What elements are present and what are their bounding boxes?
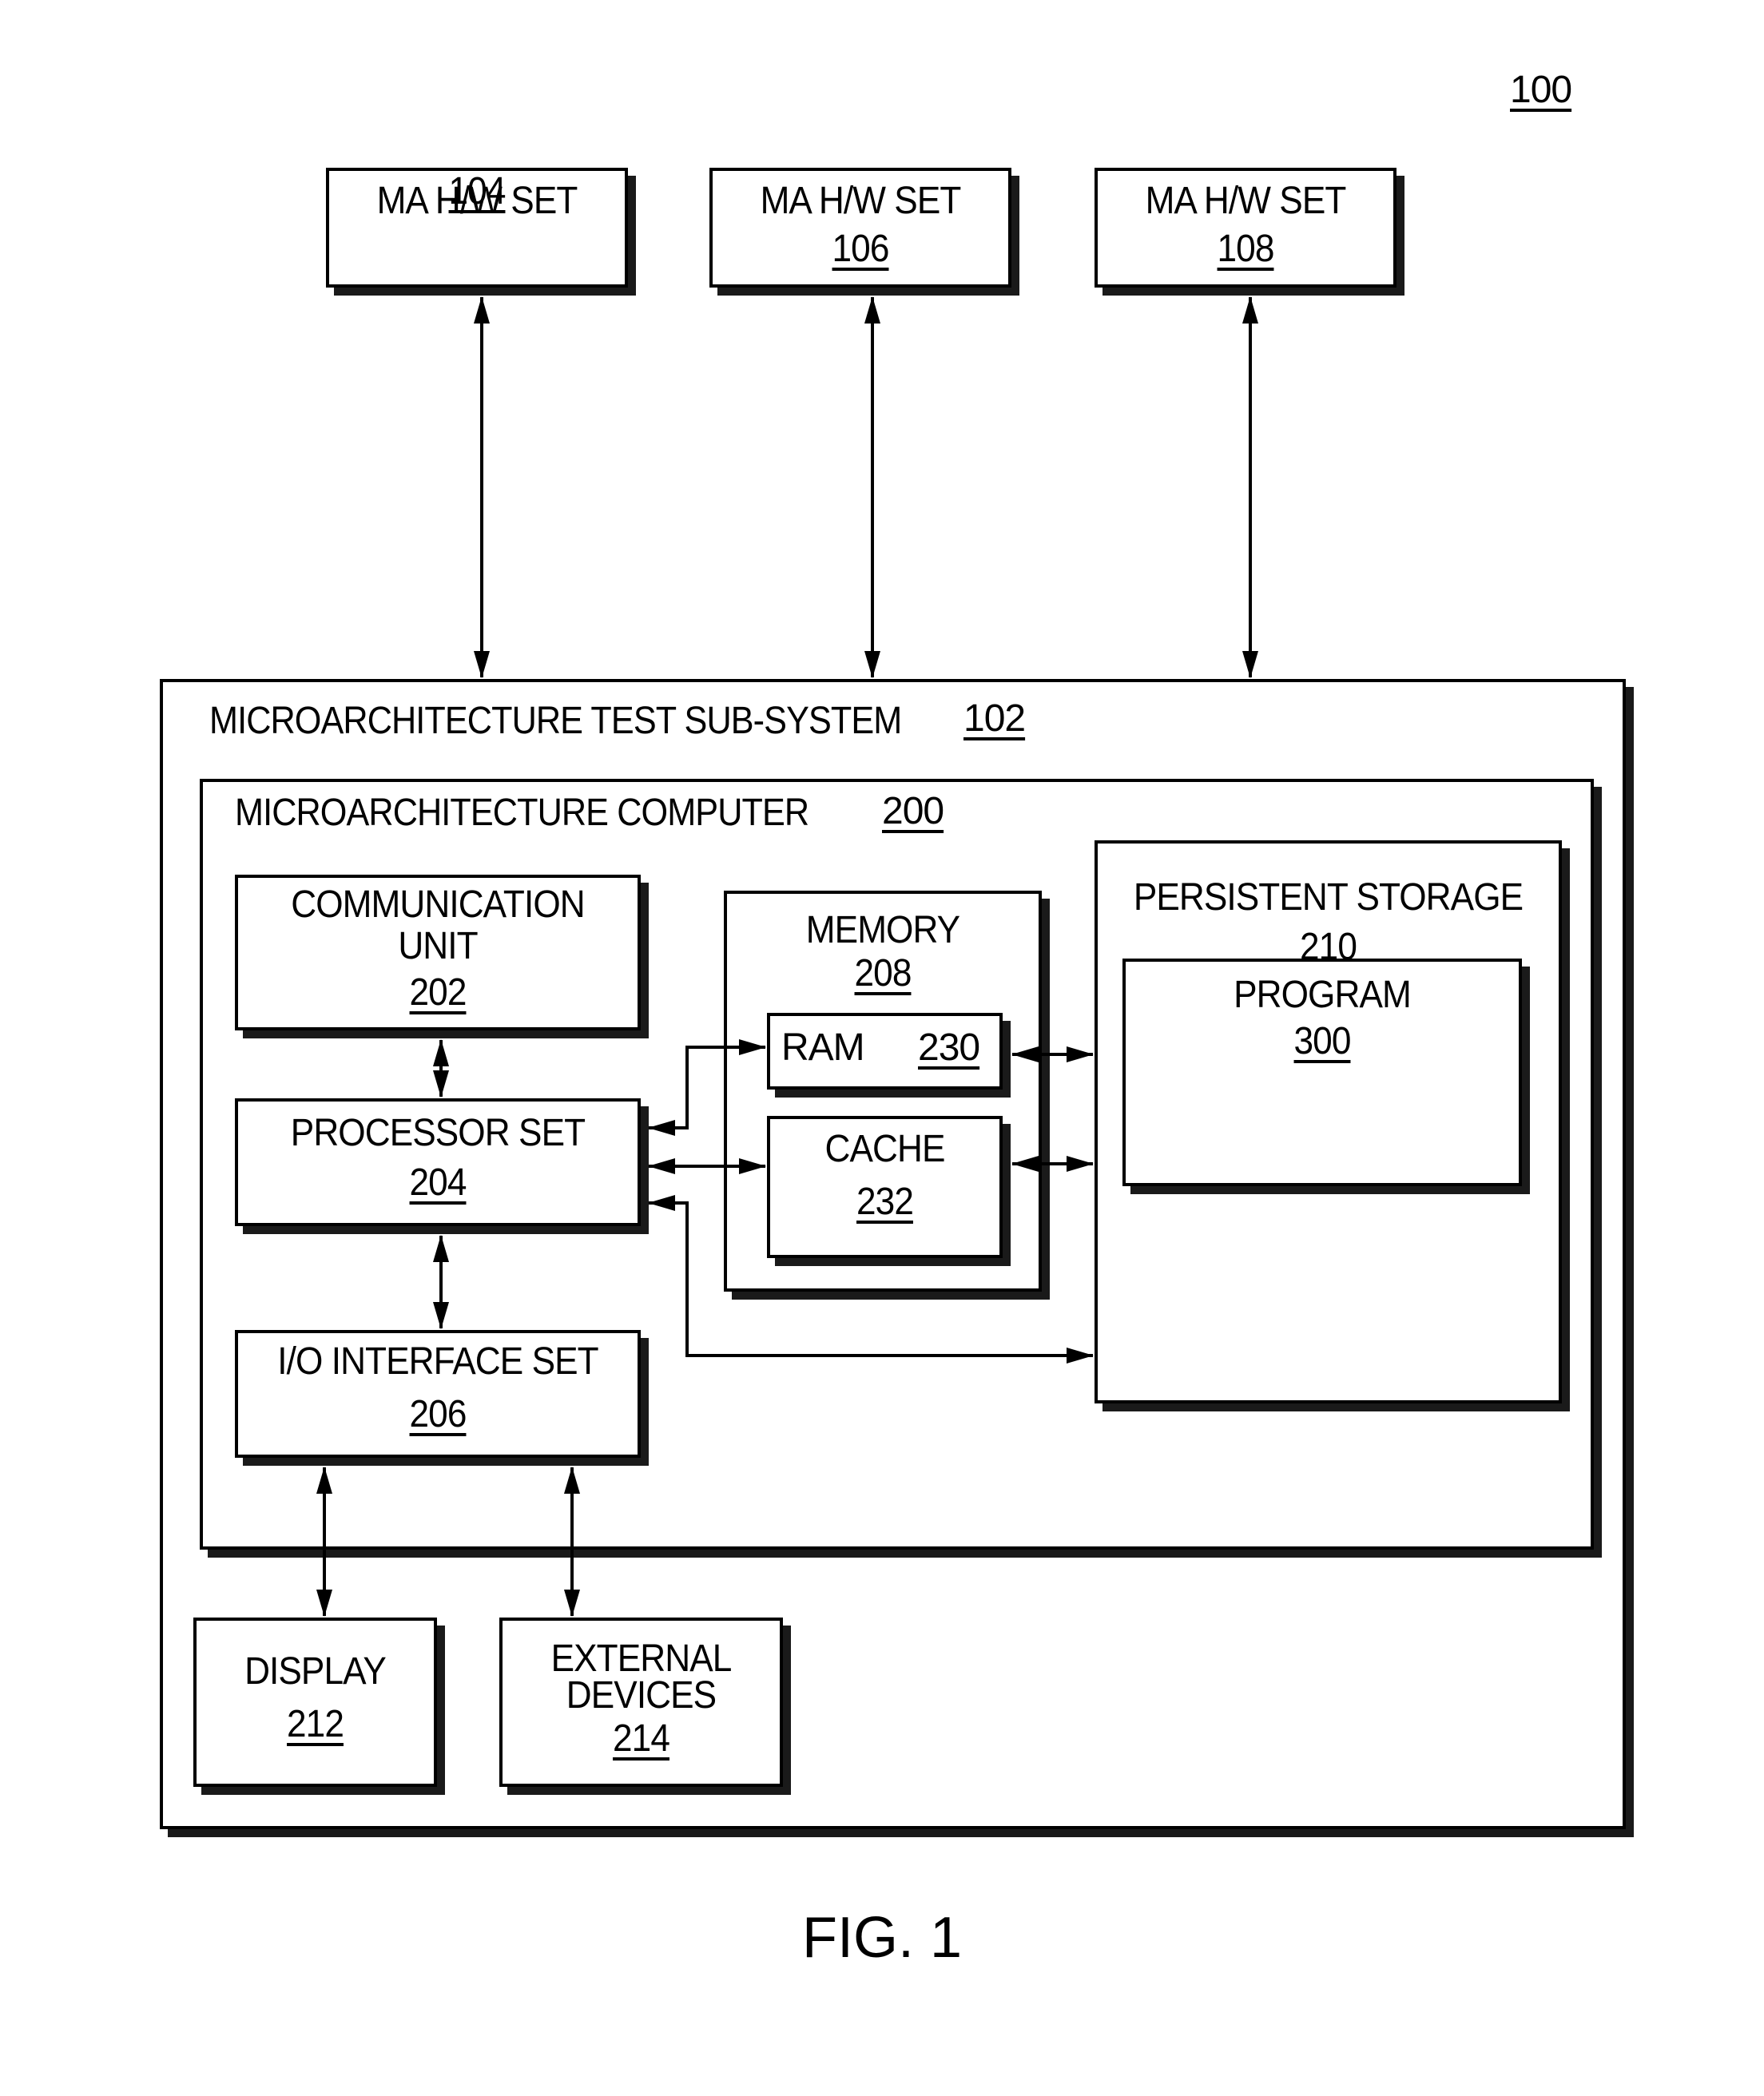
ram: RAM 230	[767, 1013, 1003, 1090]
hw-set-104: MA H/W SET 104	[326, 168, 628, 288]
program: PROGRAM 300	[1122, 959, 1522, 1186]
hw-set-ref: 108	[1217, 228, 1275, 270]
display-ref: 212	[287, 1703, 344, 1745]
hw-set-108: MA H/W SET 108	[1095, 168, 1396, 288]
ram-label: RAM	[781, 1026, 865, 1069]
cache: CACHE 232	[767, 1116, 1003, 1258]
comm-unit-line2: UNIT	[398, 925, 478, 967]
cache-ref: 232	[856, 1181, 914, 1223]
processor-set: PROCESSOR SET 204	[235, 1098, 641, 1226]
cache-label: CACHE	[824, 1128, 946, 1170]
external-devices-ref: 214	[613, 1717, 670, 1760]
memory-ref: 208	[854, 952, 912, 994]
memory-label: MEMORY	[805, 909, 960, 951]
subsystem-label: MICROARCHITECTURE TEST SUB-SYSTEM	[209, 700, 902, 742]
hw-set-label: MA H/W SET	[760, 180, 962, 222]
display-label: DISPLAY	[244, 1650, 387, 1693]
io-interface-label: I/O INTERFACE SET	[277, 1340, 598, 1383]
comm-unit-line1: COMMUNICATION	[291, 883, 585, 926]
computer-ref: 200	[882, 790, 944, 832]
external-devices: EXTERNAL DEVICES 214	[499, 1618, 783, 1787]
processor-set-label: PROCESSOR SET	[290, 1112, 586, 1154]
io-interface-ref: 206	[409, 1393, 467, 1435]
external-devices-line2: DEVICES	[566, 1674, 717, 1717]
program-label: PROGRAM	[1234, 974, 1412, 1016]
io-interface-set: I/O INTERFACE SET 206	[235, 1330, 641, 1458]
subsystem-ref: 102	[963, 697, 1026, 740]
ram-ref: 230	[918, 1026, 980, 1069]
communication-unit: COMMUNICATION UNIT 202	[235, 875, 641, 1030]
hw-set-label: MA H/W SET	[1145, 180, 1347, 222]
hw-set-ref: 104	[448, 170, 507, 212]
processor-set-ref: 204	[409, 1161, 467, 1204]
comm-unit-ref: 202	[409, 971, 467, 1014]
hw-set-106: MA H/W SET 106	[709, 168, 1011, 288]
display: DISPLAY 212	[193, 1618, 437, 1787]
hw-set-ref: 106	[832, 228, 890, 270]
figure-ref: 100	[1510, 69, 1572, 111]
persistent-storage-label: PERSISTENT STORAGE	[1133, 876, 1524, 919]
program-ref: 300	[1293, 1020, 1352, 1062]
computer-label: MICROARCHITECTURE COMPUTER	[235, 792, 809, 834]
figure-caption: FIG. 1	[801, 1906, 963, 1970]
